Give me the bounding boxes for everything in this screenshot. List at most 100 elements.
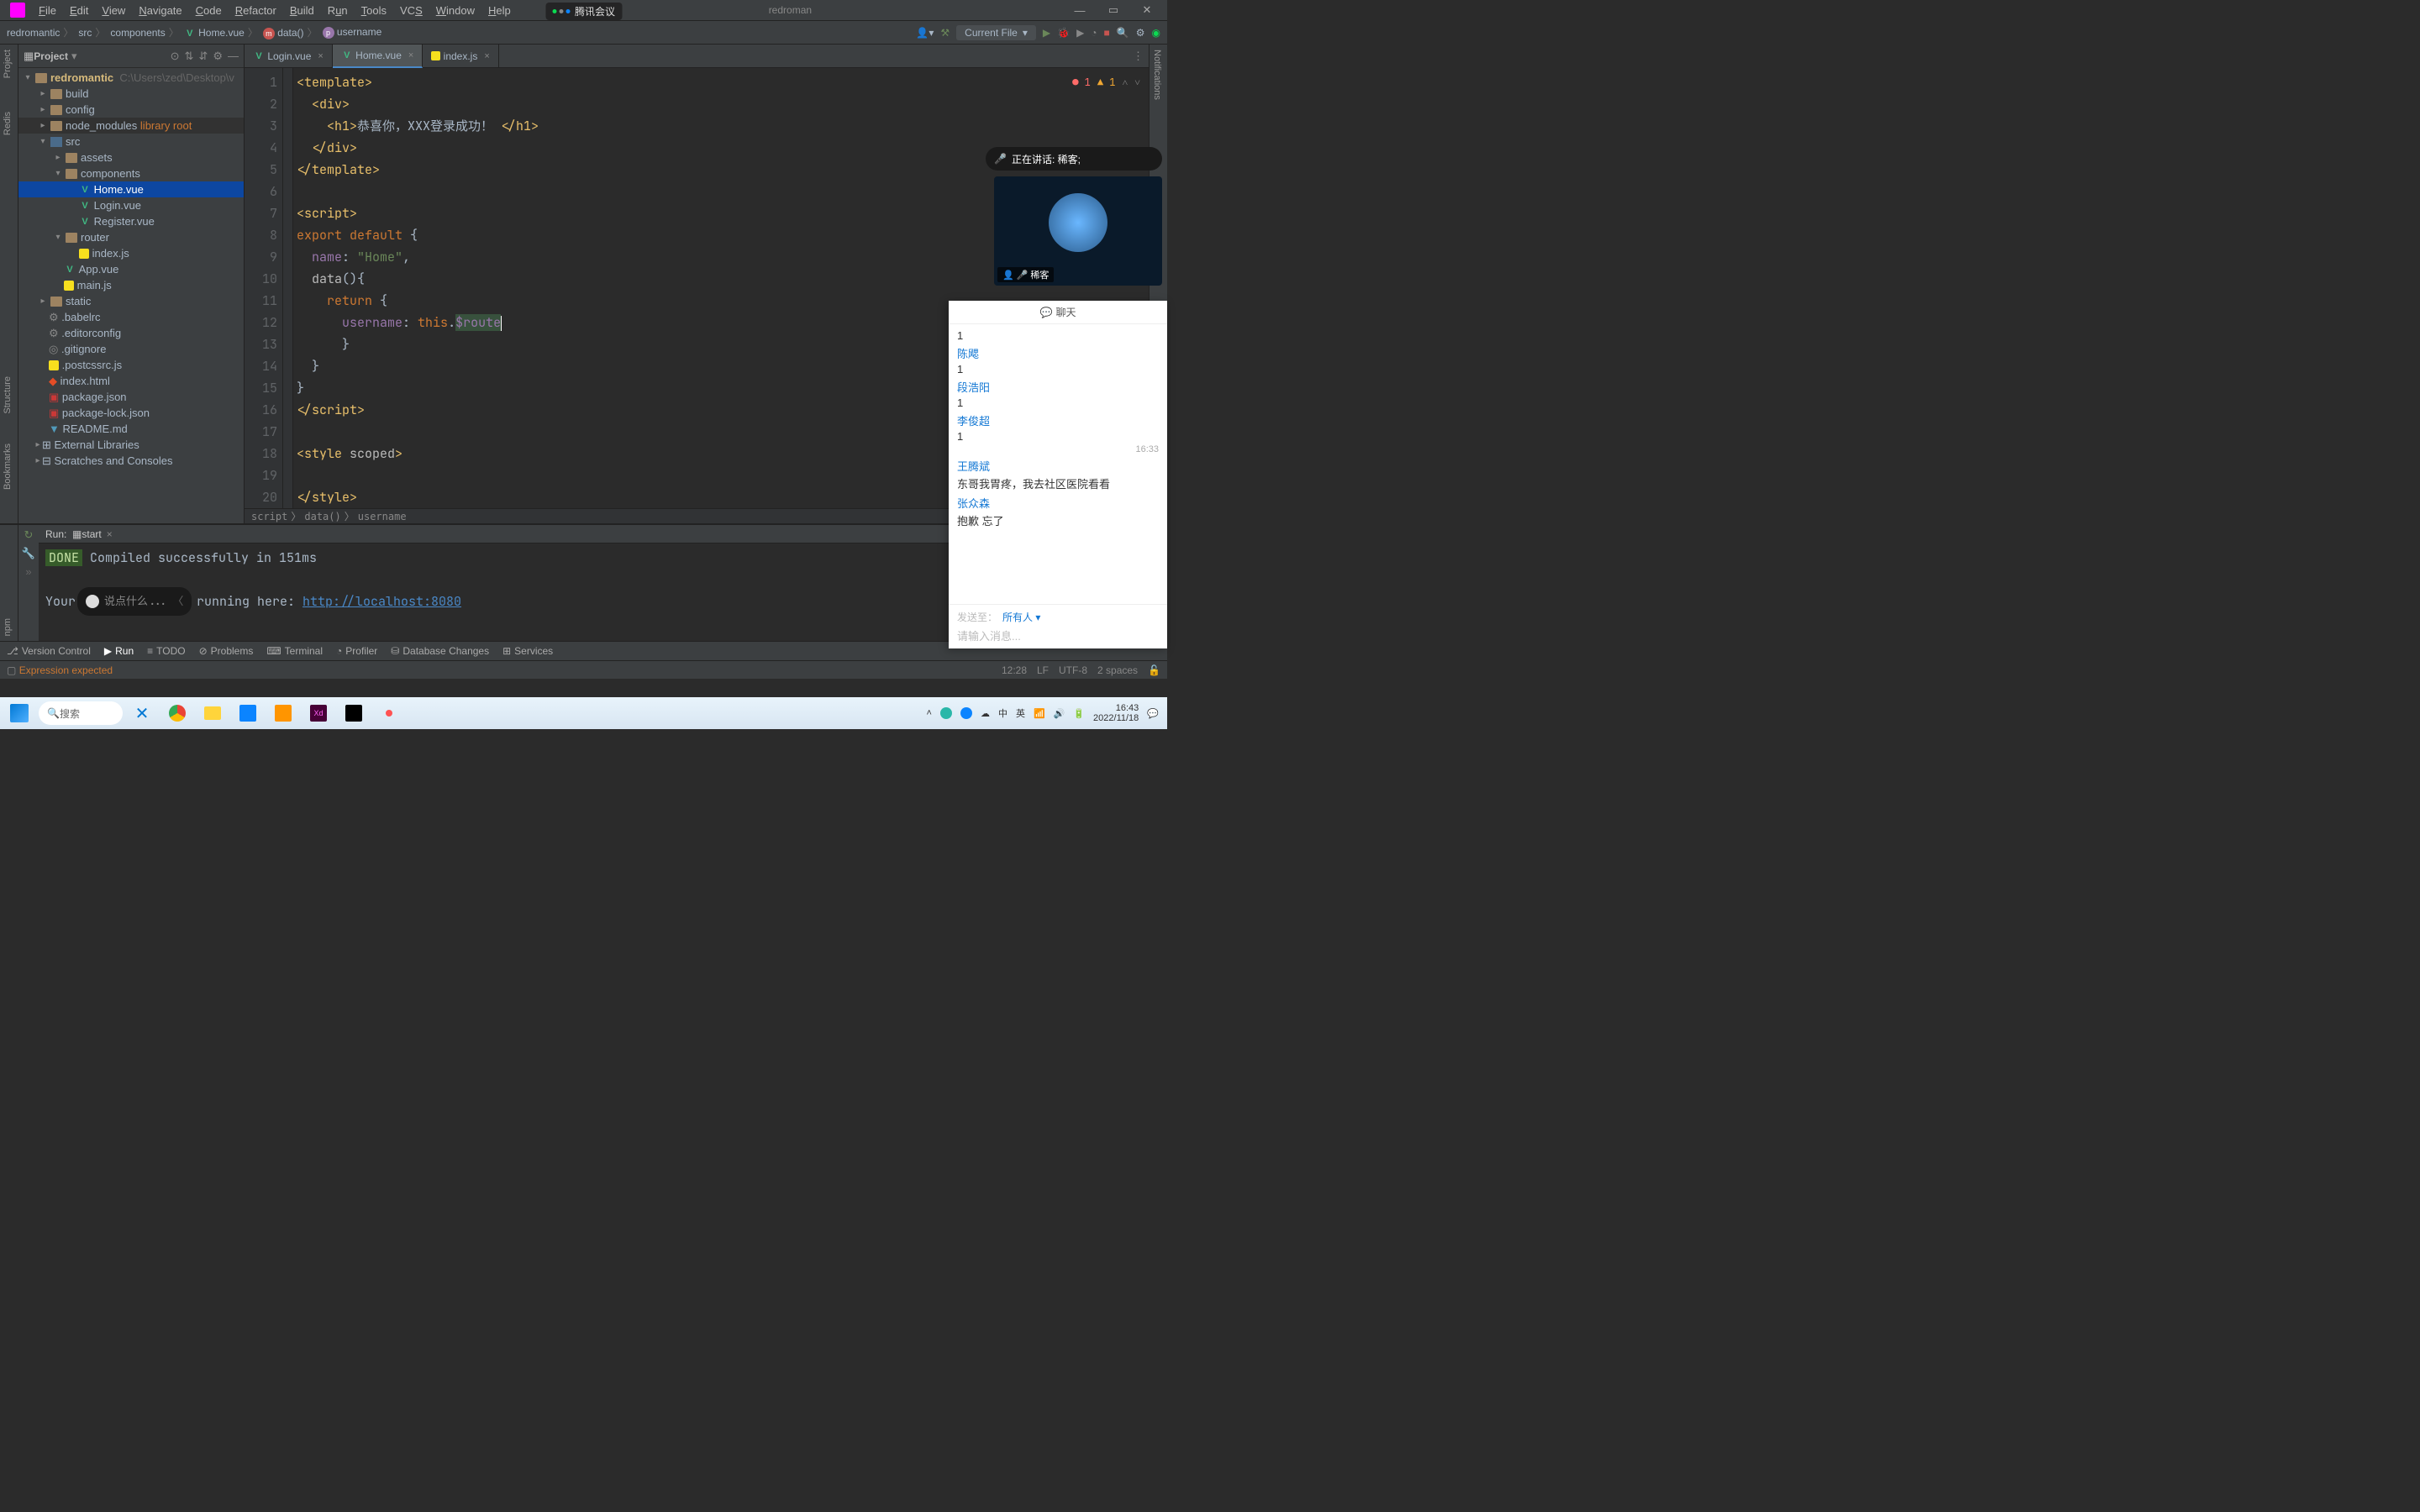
profile-icon[interactable]: ◔: [1091, 27, 1097, 39]
add-config-icon[interactable]: 👤▾: [916, 27, 934, 39]
services-tab[interactable]: ⊞ Services: [502, 645, 553, 657]
search-icon[interactable]: 🔍: [1117, 27, 1129, 39]
taskbar-app2[interactable]: [267, 700, 299, 727]
tree-login-vue[interactable]: V Login.vue: [18, 197, 244, 213]
tree-readme[interactable]: ▼ README.md: [18, 421, 244, 437]
meeting-speaking-bar[interactable]: 🎤 正在讲话: 稀客;: [986, 147, 1162, 171]
run-tab[interactable]: ▶ Run: [104, 645, 134, 657]
menu-help[interactable]: Help: [481, 4, 518, 17]
lock-icon[interactable]: 🔓: [1148, 664, 1160, 676]
tree-editorconfig[interactable]: ⚙ .editorconfig: [18, 325, 244, 341]
sidebar-hide-icon[interactable]: —: [228, 50, 239, 63]
menu-code[interactable]: Code: [189, 4, 229, 17]
run-settings-icon[interactable]: 🔧: [22, 547, 35, 560]
tab-home[interactable]: V Home.vue×: [333, 45, 423, 68]
taskbar-search[interactable]: 🔍 搜索: [39, 701, 123, 725]
tray-notification-icon[interactable]: 💬: [1147, 708, 1159, 719]
tool-notifications-tab[interactable]: Notifications: [1152, 50, 1162, 100]
tray-onedrive-icon[interactable]: ☁: [981, 708, 990, 719]
settings-icon[interactable]: ⚙: [1136, 27, 1145, 39]
taskbar-app1[interactable]: [232, 700, 264, 727]
menu-tools[interactable]: Tools: [355, 4, 393, 17]
expand-all-icon[interactable]: ⇅: [185, 50, 194, 63]
tool-structure-tab[interactable]: Structure: [3, 376, 13, 414]
tree-components[interactable]: ▾components: [18, 165, 244, 181]
vcs-tab[interactable]: ⎇ Version Control: [7, 645, 91, 657]
run-config-select[interactable]: Current File ▾: [956, 25, 1036, 40]
tree-ext-lib[interactable]: ▸⊞ External Libraries: [18, 437, 244, 453]
chevron-left-icon[interactable]: 〈: [172, 591, 183, 612]
crumb-prop[interactable]: p username: [323, 26, 386, 39]
crumb-components[interactable]: components: [110, 25, 178, 39]
line-sep[interactable]: LF: [1037, 664, 1049, 676]
fold-gutter[interactable]: [283, 68, 293, 508]
tray-ime-1[interactable]: 中: [998, 706, 1007, 720]
sidebar-settings-icon[interactable]: ⚙: [213, 50, 223, 63]
close-icon[interactable]: ×: [318, 51, 323, 61]
menu-build[interactable]: Build: [283, 4, 321, 17]
collapse-all-icon[interactable]: ⇵: [198, 50, 208, 63]
menu-run[interactable]: Run: [321, 4, 355, 17]
tab-login[interactable]: V Login.vue×: [245, 45, 333, 68]
crumb-method[interactable]: m data(): [263, 25, 318, 39]
tree-register-vue[interactable]: V Register.vue: [18, 213, 244, 229]
tool-npm-tab[interactable]: npm: [3, 618, 13, 636]
localhost-link[interactable]: http://localhost:8080: [302, 593, 461, 610]
chat-input[interactable]: 请输入消息...: [957, 627, 1159, 643]
problems-tab[interactable]: ⊘ Problems: [199, 645, 254, 657]
tencent-meeting-pill[interactable]: 腾讯会议: [545, 3, 622, 20]
taskbar-vscode[interactable]: ✕: [126, 700, 158, 727]
tree-src[interactable]: ▾src: [18, 134, 244, 150]
taskbar-webstorm[interactable]: [338, 700, 370, 727]
tree-babelrc[interactable]: ⚙ .babelrc: [18, 309, 244, 325]
tab-indexjs[interactable]: index.js×: [423, 45, 498, 68]
tray-expand-icon[interactable]: ˄: [927, 708, 932, 718]
tray-ime-2[interactable]: 英: [1016, 706, 1025, 720]
profiler-tab[interactable]: ◔ Profiler: [336, 645, 377, 657]
tree-router-index[interactable]: index.js: [18, 245, 244, 261]
status-toggle-icon[interactable]: ▢: [7, 664, 16, 676]
crumb-src[interactable]: src: [78, 25, 105, 39]
todo-tab[interactable]: ≡ TODO: [147, 645, 185, 657]
taskbar-recording[interactable]: [373, 700, 405, 727]
tree-root[interactable]: ▾redromantic C:\Users\zed\Desktop\v: [18, 70, 244, 86]
tab-overflow-icon[interactable]: ⋮: [1133, 50, 1144, 63]
coverage-icon[interactable]: ▶: [1076, 27, 1084, 39]
start-button[interactable]: [3, 700, 35, 727]
tool-redis-tab[interactable]: Redis: [3, 112, 13, 135]
window-minimize-icon[interactable]: —: [1063, 4, 1097, 17]
tray-clock[interactable]: 16:43 2022/11/18: [1093, 703, 1139, 723]
close-run-tab-icon[interactable]: ×: [107, 528, 113, 540]
tree-config[interactable]: ▸config: [18, 102, 244, 118]
menu-window[interactable]: Window: [429, 4, 481, 17]
tree-assets[interactable]: ▸assets: [18, 150, 244, 165]
window-close-icon[interactable]: ✕: [1130, 3, 1164, 17]
menu-navigate[interactable]: Navigate: [132, 4, 188, 17]
tray-teal-icon[interactable]: [940, 707, 952, 719]
tray-wifi-icon[interactable]: 📶: [1034, 708, 1045, 719]
tree-index-html[interactable]: ◆ index.html: [18, 373, 244, 389]
sidebar-view-select[interactable]: ▾: [71, 50, 77, 63]
send-to-select[interactable]: 所有人 ▾: [1002, 610, 1040, 624]
tree-scratches[interactable]: ▸⊟ Scratches and Consoles: [18, 453, 244, 469]
menu-view[interactable]: View: [95, 4, 132, 17]
tray-blue-icon[interactable]: [960, 707, 972, 719]
run-icon[interactable]: ▶: [1043, 27, 1050, 39]
tree-build[interactable]: ▸build: [18, 86, 244, 102]
build-icon[interactable]: ⚒: [940, 27, 950, 39]
menu-file[interactable]: File: [32, 4, 63, 17]
tree-gitignore[interactable]: ◎ .gitignore: [18, 341, 244, 357]
project-tree[interactable]: ▾redromantic C:\Users\zed\Desktop\v ▸bui…: [18, 68, 244, 523]
tray-volume-icon[interactable]: 🔊: [1054, 708, 1065, 719]
rerun-icon[interactable]: ↻: [24, 528, 34, 542]
close-icon[interactable]: ×: [408, 50, 413, 60]
crumb-project[interactable]: redromantic: [7, 25, 73, 39]
meeting-video-thumbnail[interactable]: 👤 🎤 稀客: [994, 176, 1162, 286]
taskbar-explorer[interactable]: [197, 700, 229, 727]
menu-vcs[interactable]: VCS: [393, 4, 429, 17]
terminal-tab[interactable]: ⌨ Terminal: [266, 645, 323, 657]
tree-package-json[interactable]: ▣ package.json: [18, 389, 244, 405]
taskbar-chrome[interactable]: [161, 700, 193, 727]
close-icon[interactable]: ×: [484, 51, 489, 61]
stop-icon[interactable]: ■: [1104, 27, 1110, 39]
